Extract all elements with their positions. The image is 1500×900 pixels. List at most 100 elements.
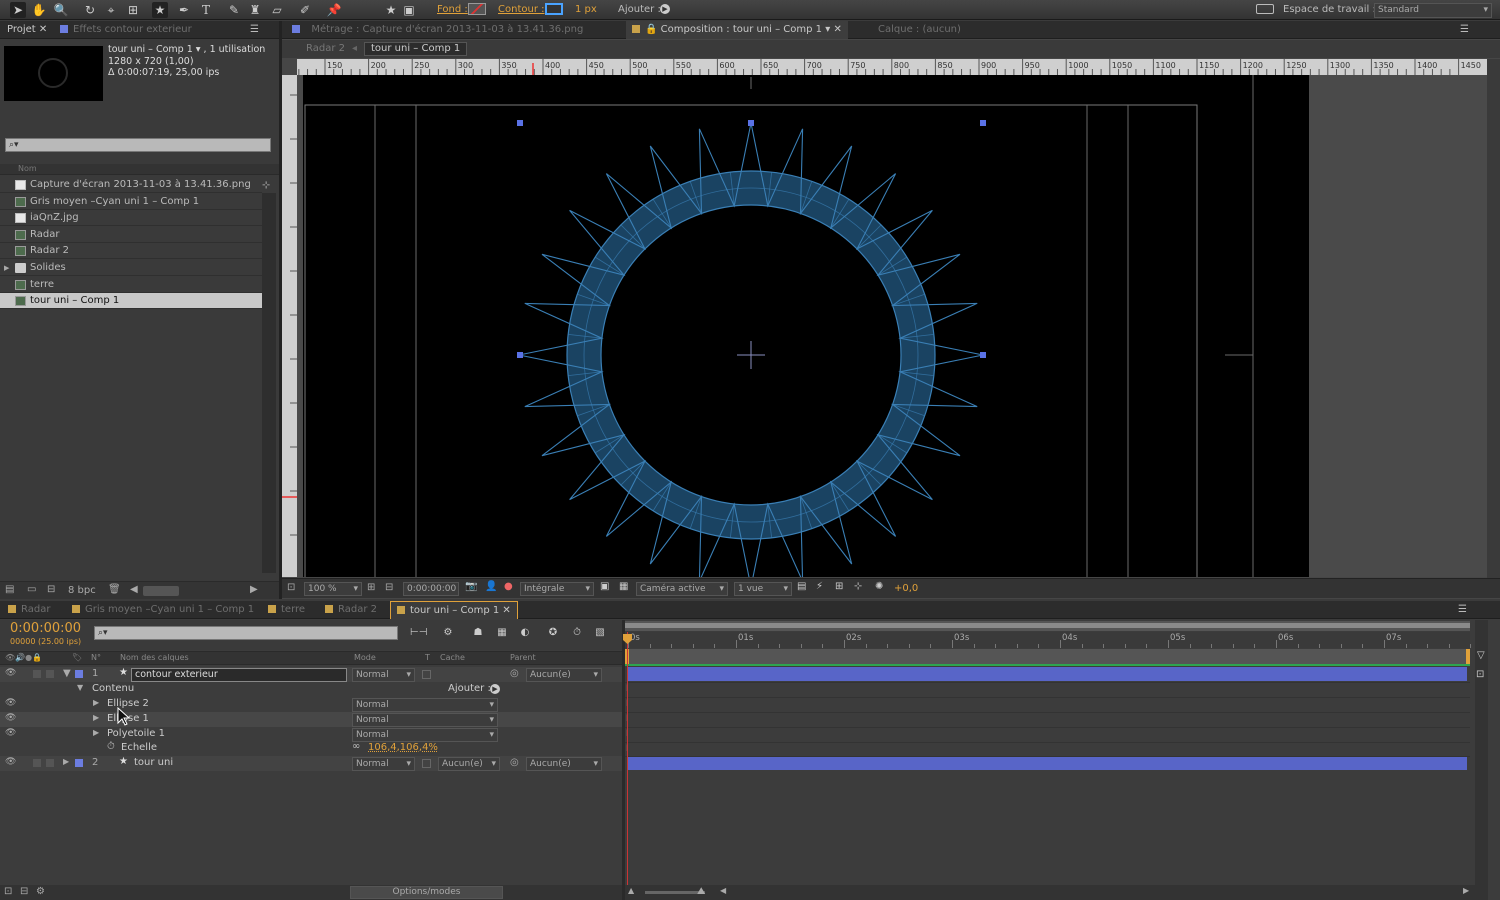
shape-group-name[interactable]: Polyetoile 1 [107,728,165,739]
timeline-tab[interactable]: tour uni – Comp 1 ✕ [390,601,518,619]
transfer-controls-icon[interactable]: ⊟ [20,886,28,897]
fill-label[interactable]: Fond : [437,4,468,15]
project-item[interactable]: Capture d'écran 2013-11-03 à 13.41.36.pn… [0,177,262,193]
label-column-icon[interactable]: 🏷 [72,653,82,662]
horizontal-ruler[interactable]: 150 200 250 300 350 400 450 500 550 600 650 700 750 8… [297,59,1487,75]
layer-switches-icon[interactable]: ⊡ [4,886,12,897]
flowchart-icon[interactable]: ⊹ [262,180,270,191]
vertical-ruler[interactable] [282,75,297,577]
comp-menu-icon[interactable]: ▾ [825,24,830,35]
time-graph[interactable]: 0s01s02s03s04s05s06s07s I I I I I [623,620,1475,885]
lock-toggle[interactable] [46,759,54,767]
timeline-search-input[interactable]: ⌕▾ [94,626,398,640]
scale-value[interactable]: 106,4,106,4% [368,742,438,753]
composition-canvas[interactable] [297,75,1487,577]
puppet-pin-tool-icon[interactable]: 📌 [326,2,342,18]
star-tool-icon[interactable]: ★ [152,2,168,18]
comp-button-icon[interactable]: ▽ [1477,650,1485,661]
current-time[interactable]: 0:00:00:00 [10,621,81,636]
zoom-tool-icon[interactable]: 🔍 [53,2,69,18]
tab-composition[interactable]: 🔒 Composition : tour uni – Comp 1 ▾ ✕ [626,21,848,39]
layer-name[interactable]: tour uni [134,757,173,768]
solo-toggle[interactable] [33,759,41,767]
blend-mode-select[interactable]: Normal ▾ [352,728,498,742]
zoom-out-icon[interactable]: ▲ [628,886,634,895]
bpc-label[interactable]: 8 bpc [68,585,96,596]
stroke-color-swatch[interactable] [545,3,563,15]
scroll-right-icon[interactable]: ▶ [250,584,258,595]
close-icon[interactable]: ✕ [833,24,841,35]
frame-blending-icon[interactable]: ▦ [495,627,509,639]
visibility-eye-icon[interactable]: 👁 [5,713,16,723]
always-preview-icon[interactable]: ⊡ [287,582,295,593]
col-parent[interactable]: Parent [510,653,536,662]
pen-tool-icon[interactable]: ✒ [176,2,192,18]
layer-name-field[interactable]: contour exterieur [131,668,347,682]
zoom-in-icon[interactable]: ⛰ [697,886,705,897]
track-matte-select[interactable]: Aucun(e) ▾ [438,757,500,771]
expand-arrow-icon[interactable]: ▶ [93,713,99,722]
draft-3d-icon[interactable]: ⚙ [441,627,455,639]
clone-stamp-tool-icon[interactable]: ♜ [247,2,263,18]
transparency-grid-icon[interactable]: ▦ [619,581,628,592]
layer-label-color[interactable] [75,759,83,767]
add-menu-icon[interactable]: ▶ [660,4,670,14]
col-matte[interactable]: Cache [440,653,465,662]
project-item[interactable]: Radar 2 [0,243,262,260]
col-name-header[interactable]: Nom [18,164,37,173]
motion-blur-icon[interactable]: ◐ [518,627,532,639]
zoom-slider[interactable] [645,891,705,894]
breadcrumb-radar2[interactable]: Radar 2 [306,43,345,54]
roi-icon[interactable]: ▣ [600,581,609,592]
timeline-tab[interactable]: terre [268,601,305,619]
timeline-tab[interactable]: Radar 2 [325,601,377,619]
close-icon[interactable]: ✕ [499,605,510,616]
visibility-eye-icon[interactable]: 👁 [5,698,16,708]
new-comp-icon[interactable]: ⊟ [47,584,55,595]
panel-menu-icon[interactable]: ☰ [250,21,259,39]
scale-row[interactable]: ⏱ Echelle ∞ 106,4,106,4% [0,741,622,756]
switches-modes-toggle[interactable]: Options/modes [350,886,503,899]
layer-label-color[interactable] [75,670,83,678]
brainstorm-icon[interactable]: ✪ [546,627,560,639]
exposure-value[interactable]: +0,0 [894,583,918,594]
auto-keyframe-icon[interactable]: ⏱ [570,627,584,639]
parent-select[interactable]: Aucun(e) ▾ [526,757,602,771]
shape-group-row[interactable]: 👁▶Ellipse 1Normal▾ [0,712,622,727]
hand-tool-icon[interactable]: ✋ [31,2,47,18]
eraser-tool-icon[interactable]: ▱ [269,2,285,18]
scroll-left-icon[interactable]: ◀ [130,584,138,595]
brush-tool-icon[interactable]: ✎ [226,2,242,18]
expand-arrow-icon[interactable]: ▶ [63,757,69,766]
horizontal-scrollbar-thumb[interactable] [143,586,179,596]
work-area-bar[interactable] [625,621,1470,631]
contents-row[interactable]: ▼ Contenu Ajouter : ▶ [0,682,622,697]
zoom-select[interactable]: 100 % ▾ [304,582,362,596]
interpret-footage-icon[interactable]: ▤ [5,584,14,595]
collapse-arrow-icon[interactable]: ▼ [63,668,71,679]
layer-bar-2[interactable] [627,757,1467,770]
viewer-timecode[interactable]: 0:00:00:00 [403,582,459,596]
title-safe-icon[interactable]: ⊞ [367,582,375,593]
solo-toggle[interactable] [33,670,41,678]
workspace-select[interactable]: Standard ▾ [1374,3,1492,18]
constrain-proportions-icon[interactable]: ∞ [352,741,360,752]
toggle-pixel-aspect-icon[interactable]: ▤ [797,581,806,592]
trash-icon[interactable]: 🗑 [108,584,121,595]
star-options-icon[interactable]: ★ [383,2,399,18]
project-item[interactable]: tour uni – Comp 1 [0,293,262,310]
selection-tool-icon[interactable]: ➤ [10,2,26,18]
close-icon[interactable]: ✕ [39,24,47,35]
breadcrumb-current[interactable]: tour uni – Comp 1 [364,42,468,56]
layer-mode-select[interactable]: Normal ▾ [352,757,415,771]
time-ruler[interactable]: 0s 01s 02s 03s 04s 05s 06s 07s [625,632,1472,648]
stroke-label[interactable]: Contour : [498,4,544,15]
add-shape-icon[interactable]: ▶ [490,684,500,694]
project-search-input[interactable]: ⌕▾ [5,138,271,152]
expand-arrow-icon[interactable]: ▶ [93,698,99,707]
mask-options-icon[interactable]: ▣ [401,2,417,18]
col-number[interactable]: N° [91,653,101,662]
fast-previews-icon[interactable]: ⚡ [816,581,823,592]
preserve-transparency-toggle[interactable] [422,670,431,679]
roto-brush-tool-icon[interactable]: ✐ [297,2,313,18]
